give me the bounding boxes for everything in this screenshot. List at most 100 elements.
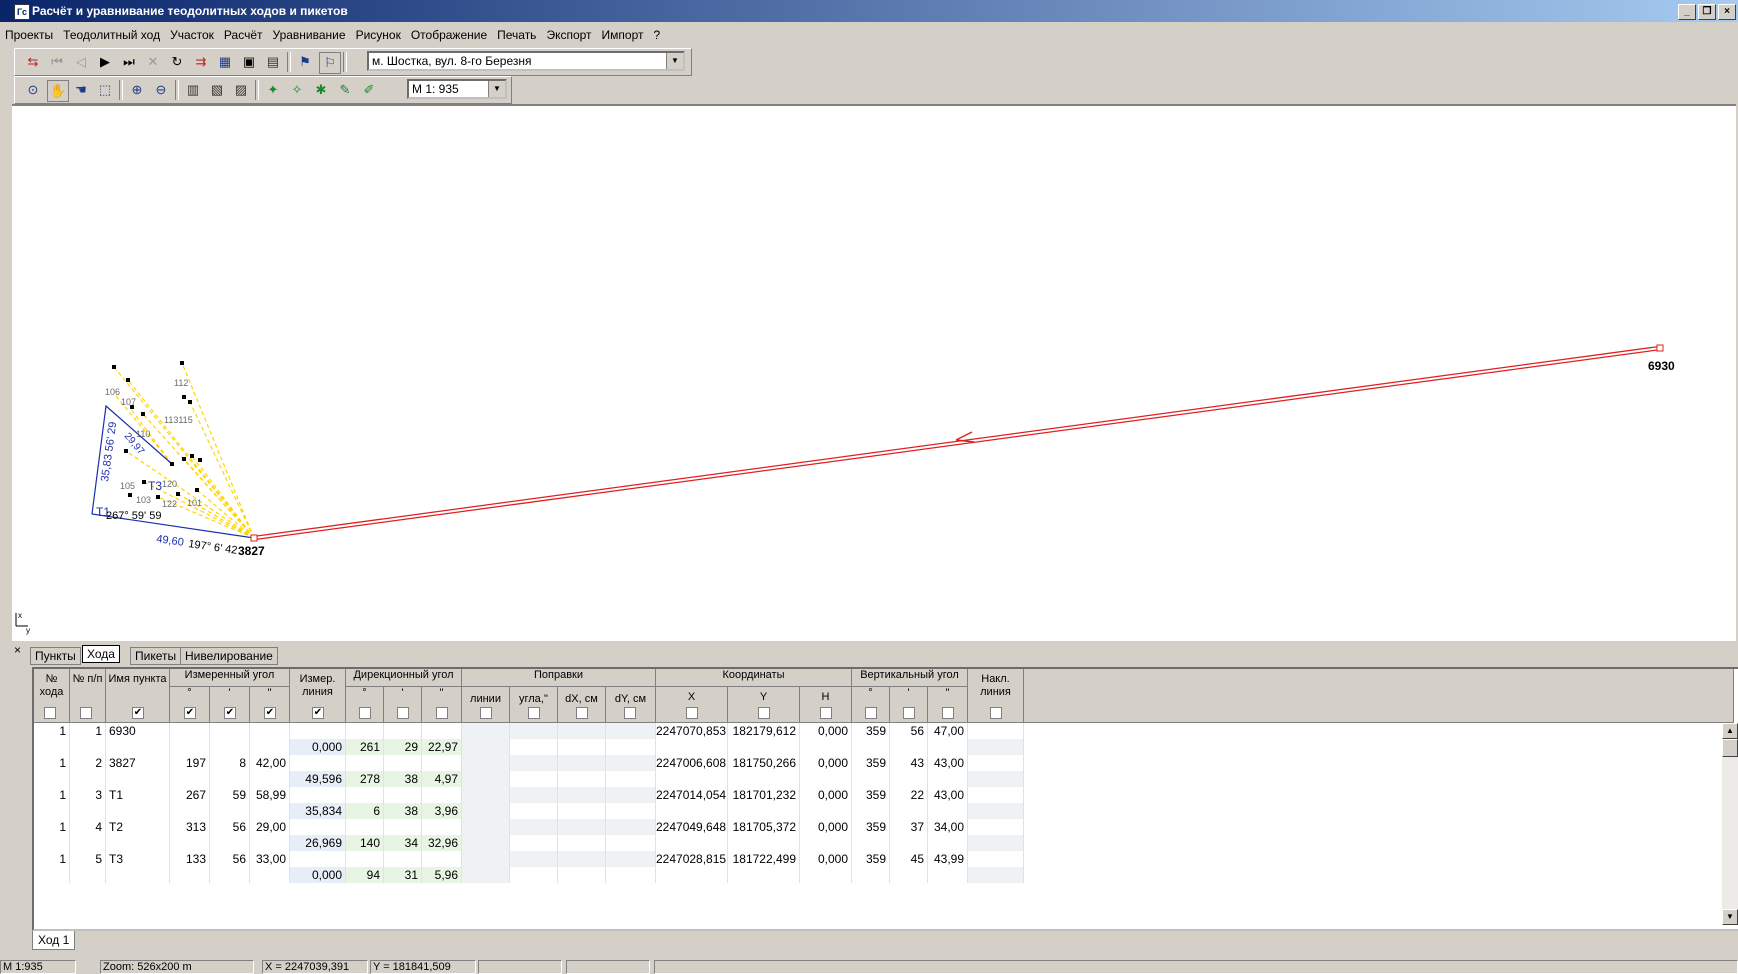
cell-h[interactable]: 0,000 — [800, 851, 852, 867]
filter-checkbox-dy[interactable] — [624, 707, 636, 719]
measure-tool-icon[interactable]: ✎ — [335, 80, 355, 100]
cell-h[interactable]: 0,000 — [800, 787, 852, 803]
restore-button[interactable]: ❐ — [1698, 4, 1716, 20]
cell-da-deg[interactable]: 140 — [346, 835, 384, 851]
cell-y[interactable]: 181750,266 — [728, 755, 800, 771]
cell-va-min[interactable]: 43 — [890, 755, 928, 771]
cell-name[interactable]: Т3 — [106, 851, 170, 867]
drawing-canvas[interactable]: 6930 3827 Т1 Т3 106 107 112 113115 110 1… — [12, 104, 1736, 641]
menu-adjust[interactable]: Уравнивание — [268, 26, 351, 44]
cell-line[interactable]: 26,969 — [290, 835, 346, 851]
cell-x[interactable]: 2247006,608 — [656, 755, 728, 771]
tab-points[interactable]: Пункты — [30, 647, 81, 665]
cell-x[interactable]: 2247014,054 — [656, 787, 728, 803]
cell-va-min[interactable]: 45 — [890, 851, 928, 867]
cell-hod[interactable]: 1 — [34, 819, 70, 835]
select-icon[interactable]: ⬚ — [95, 80, 115, 100]
cell-da-sec[interactable]: 4,97 — [422, 771, 462, 787]
scroll-thumb[interactable] — [1722, 739, 1738, 757]
cell-ma-sec[interactable]: 29,00 — [250, 819, 290, 835]
cell-ma-min[interactable]: 8 — [210, 755, 250, 771]
last-icon[interactable]: ⏭ — [119, 52, 139, 72]
cell-ma-sec[interactable]: 42,00 — [250, 755, 290, 771]
cell-pp[interactable]: 5 — [70, 851, 106, 867]
menu-display[interactable]: Отображение — [406, 26, 492, 44]
menu-print[interactable]: Печать — [492, 26, 541, 44]
hand-icon[interactable]: ✋ — [47, 80, 69, 102]
cell-da-deg[interactable]: 278 — [346, 771, 384, 787]
cell-va-sec[interactable]: 34,00 — [928, 819, 968, 835]
cell-va-sec[interactable]: 43,99 — [928, 851, 968, 867]
save-icon[interactable]: ▣ — [239, 52, 259, 72]
cell-pp[interactable]: 4 — [70, 819, 106, 835]
cell-va-sec[interactable]: 47,00 — [928, 723, 968, 739]
cell-y[interactable]: 181705,372 — [728, 819, 800, 835]
cell-va-min[interactable]: 37 — [890, 819, 928, 835]
cell-name[interactable]: 3827 — [106, 755, 170, 771]
cell-h[interactable]: 0,000 — [800, 723, 852, 739]
cell-name[interactable]: Т2 — [106, 819, 170, 835]
cell-da-deg[interactable]: 261 — [346, 739, 384, 755]
filter-checkbox-dx[interactable] — [576, 707, 588, 719]
cell-va-sec[interactable]: 43,00 — [928, 787, 968, 803]
cell-da-sec[interactable]: 3,96 — [422, 803, 462, 819]
cell-y[interactable]: 182179,612 — [728, 723, 800, 739]
cell-pp[interactable]: 2 — [70, 755, 106, 771]
cancel-icon[interactable]: ✕ — [143, 52, 163, 72]
insert-icon[interactable]: ⇉ — [191, 52, 211, 72]
scale-select[interactable]: М 1: 935 ▼ — [407, 79, 507, 99]
image-icon[interactable]: ▦ — [215, 52, 235, 72]
cell-va-deg[interactable]: 359 — [852, 851, 890, 867]
cell-ma-min[interactable]: 56 — [210, 851, 250, 867]
filter-checkbox-x[interactable] — [686, 707, 698, 719]
line-tool-icon[interactable]: ✧ — [287, 80, 307, 100]
menu-traverse[interactable]: Теодолитный ход — [58, 26, 165, 44]
menu-export[interactable]: Экспорт — [541, 26, 596, 44]
scroll-up-icon[interactable]: ▲ — [1722, 723, 1738, 739]
cell-ma-deg[interactable]: 197 — [170, 755, 210, 771]
filter-checkbox-y[interactable] — [758, 707, 770, 719]
cell-h[interactable]: 0,000 — [800, 755, 852, 771]
cell-ma-sec[interactable]: 33,00 — [250, 851, 290, 867]
filter-checkbox-ma-deg[interactable]: ✔ — [184, 707, 196, 719]
scroll-down-icon[interactable]: ▼ — [1722, 909, 1738, 925]
point-tool-icon[interactable]: ✦ — [263, 80, 283, 100]
cell-y[interactable]: 181701,232 — [728, 787, 800, 803]
print-icon[interactable]: ▥ — [183, 80, 203, 100]
cell-x[interactable]: 2247070,853 — [656, 723, 728, 739]
cell-da-min[interactable]: 29 — [384, 739, 422, 755]
cell-va-min[interactable]: 56 — [890, 723, 928, 739]
cell-va-min[interactable]: 22 — [890, 787, 928, 803]
cell-ma-deg[interactable] — [170, 723, 210, 739]
cell-ma-min[interactable]: 56 — [210, 819, 250, 835]
menu-calc[interactable]: Расчёт — [219, 26, 268, 44]
cell-line[interactable]: 0,000 — [290, 867, 346, 883]
first-icon[interactable]: ⏮ — [47, 52, 67, 72]
cell-hod[interactable]: 1 — [34, 851, 70, 867]
print-preview-icon[interactable]: ▧ — [207, 80, 227, 100]
flag-left-icon[interactable]: ⚑ — [295, 52, 315, 72]
filter-checkbox-va-min[interactable] — [903, 707, 915, 719]
filter-checkbox-num-pp[interactable] — [80, 707, 92, 719]
minimize-button[interactable]: _ — [1678, 4, 1696, 20]
cell-pp[interactable]: 1 — [70, 723, 106, 739]
filter-checkbox-da-min[interactable] — [397, 707, 409, 719]
cell-ma-sec[interactable]: 58,99 — [250, 787, 290, 803]
cell-ma-min[interactable]: 59 — [210, 787, 250, 803]
zoom-extent-icon[interactable]: ⊙ — [23, 80, 43, 100]
zoom-in-icon[interactable]: ⊕ — [127, 80, 147, 100]
cell-pp[interactable]: 3 — [70, 787, 106, 803]
filter-checkbox-name[interactable]: ✔ — [132, 707, 144, 719]
cell-da-min[interactable]: 38 — [384, 771, 422, 787]
level-tool-icon[interactable]: ✐ — [359, 80, 379, 100]
cell-ma-sec[interactable] — [250, 723, 290, 739]
cell-va-deg[interactable]: 359 — [852, 755, 890, 771]
cell-ma-min[interactable] — [210, 723, 250, 739]
cell-name[interactable]: Т1 — [106, 787, 170, 803]
cell-h[interactable]: 0,000 — [800, 819, 852, 835]
cell-va-deg[interactable]: 359 — [852, 819, 890, 835]
calculator-icon[interactable]: ▤ — [263, 52, 283, 72]
cell-ma-deg[interactable]: 133 — [170, 851, 210, 867]
cell-da-min[interactable]: 34 — [384, 835, 422, 851]
cell-hod[interactable]: 1 — [34, 787, 70, 803]
